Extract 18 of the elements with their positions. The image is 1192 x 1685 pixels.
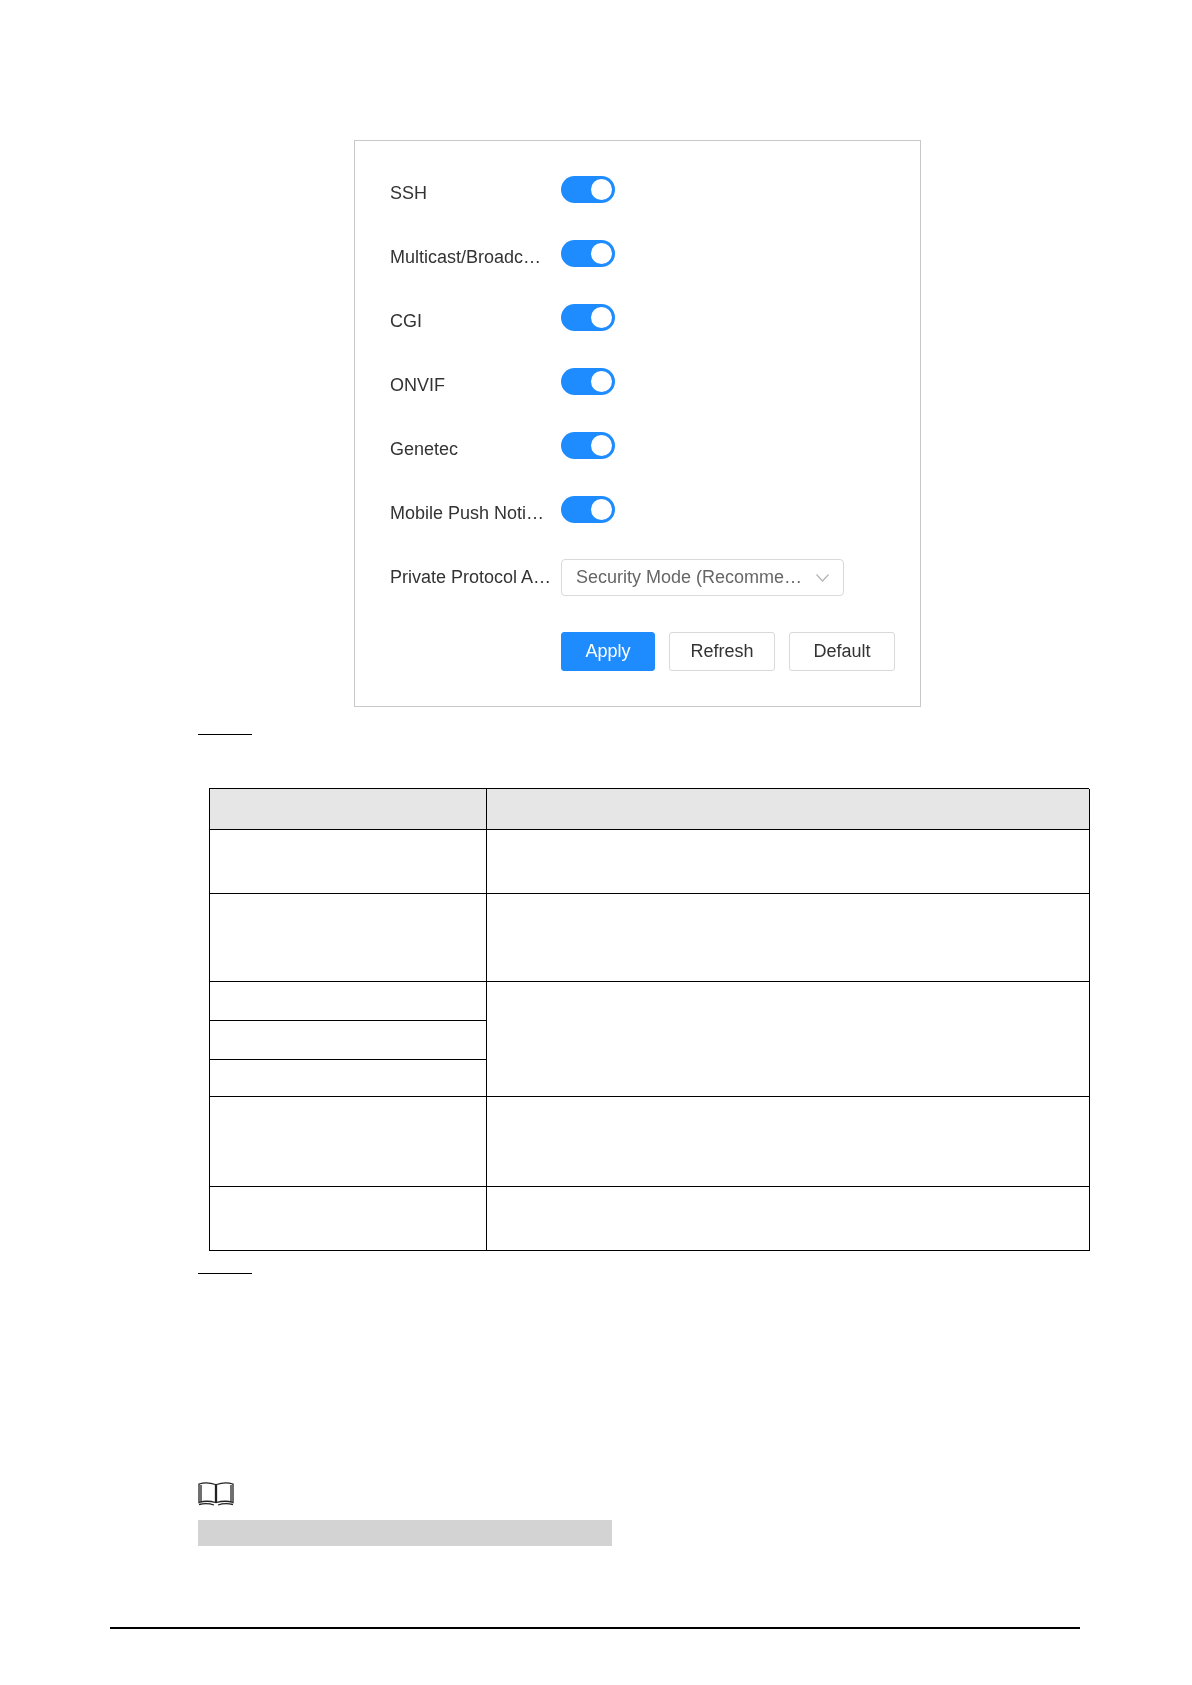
setting-label: Mobile Push Noti… (390, 502, 546, 524)
setting-label: Private Protocol A… (390, 567, 553, 588)
setting-label: SSH (390, 182, 428, 204)
setting-label: CGI (390, 310, 423, 332)
toggle-switch[interactable] (561, 495, 615, 523)
setting-label: Genetec (390, 438, 460, 460)
toggle-switch[interactable] (561, 367, 615, 395)
setting-label: Multicast/Broadc… (390, 246, 543, 268)
caret-icon (816, 573, 829, 582)
secondary-button[interactable]: Default (789, 632, 895, 671)
secondary-button[interactable]: Refresh (669, 632, 775, 671)
toggle-switch[interactable] (561, 431, 615, 459)
toggle-switch[interactable] (561, 175, 615, 203)
toggle-switch[interactable] (561, 239, 615, 267)
book-icon (198, 1482, 234, 1506)
toggle-switch[interactable] (561, 303, 615, 331)
setting-label: ONVIF (390, 374, 446, 396)
dropdown-field[interactable]: Security Mode (Recomme… (561, 559, 844, 596)
